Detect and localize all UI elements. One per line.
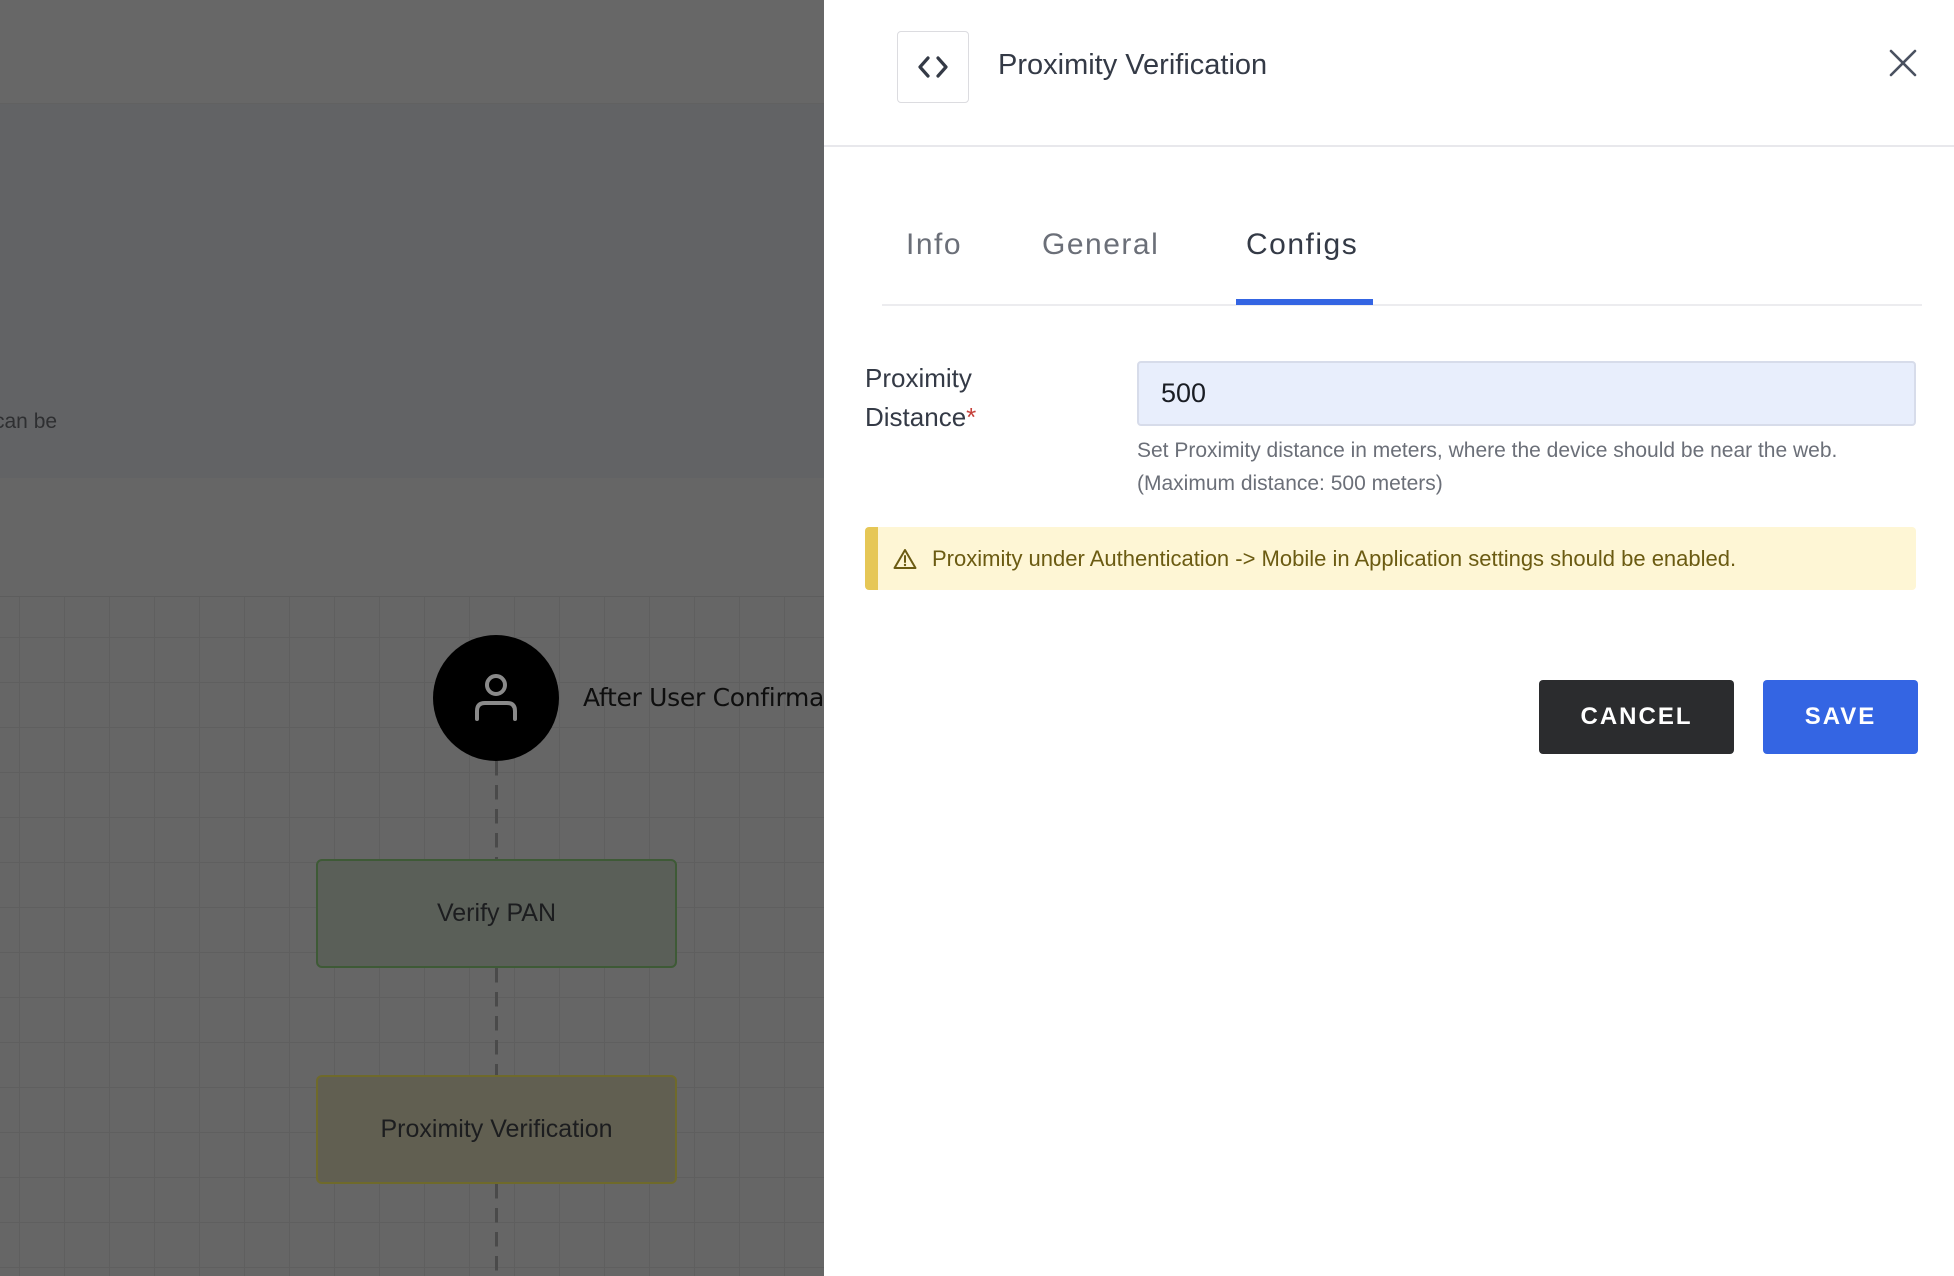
flow-step-proximity-verification[interactable]: Proximity Verification	[316, 1075, 677, 1184]
warning-icon	[892, 546, 918, 572]
code-icon-box	[897, 31, 969, 103]
drawer-title: Proximity Verification	[998, 49, 1268, 81]
proximity-distance-label: Proximity Distance*	[865, 359, 1045, 437]
flow-step-verify-pan[interactable]: Verify PAN	[316, 859, 677, 968]
warning-alert: Proximity under Authentication -> Mobile…	[865, 527, 1916, 590]
active-tab-indicator	[1236, 299, 1373, 305]
label-line2: Distance	[865, 402, 967, 432]
flow-connector	[495, 1184, 498, 1276]
warning-alert-text: Proximity under Authentication -> Mobile…	[932, 545, 1737, 571]
flow-start-node-label: After User Confirmat	[583, 683, 824, 712]
required-mark: *	[966, 402, 977, 432]
save-button[interactable]: SAVE	[1763, 680, 1918, 754]
flow-step-label: Verify PAN	[436, 899, 557, 927]
close-icon	[1889, 49, 1917, 77]
drawer-header: Proximity Verification	[824, 0, 1954, 147]
tab-info[interactable]: Info	[906, 228, 962, 262]
user-icon	[475, 674, 517, 721]
help-line-1: Set Proximity distance in meters, where …	[1137, 439, 1838, 462]
flow-step-label: Proximity Verification	[380, 1115, 613, 1143]
help-line-2: (Maximum distance: 500 meters)	[1137, 472, 1443, 495]
background-overlay[interactable]: can be After User Confirmat Verify PAN P…	[0, 0, 824, 1276]
cancel-button[interactable]: CANCEL	[1539, 680, 1734, 754]
label-line1: Proximity	[865, 363, 972, 393]
flow-start-node[interactable]	[433, 635, 559, 761]
config-drawer: Proximity Verification Info General Conf…	[824, 0, 1954, 1276]
tab-configs[interactable]: Configs	[1246, 228, 1358, 262]
proximity-distance-input[interactable]	[1137, 361, 1916, 426]
proximity-distance-help: Set Proximity distance in meters, where …	[1137, 434, 1937, 500]
flow-connector	[495, 968, 498, 1075]
flow-connector	[495, 761, 498, 859]
code-icon	[918, 56, 948, 78]
tab-general[interactable]: General	[1042, 228, 1159, 262]
drawer-tabs: Info General Configs	[882, 212, 1922, 306]
close-button[interactable]	[1884, 44, 1922, 82]
